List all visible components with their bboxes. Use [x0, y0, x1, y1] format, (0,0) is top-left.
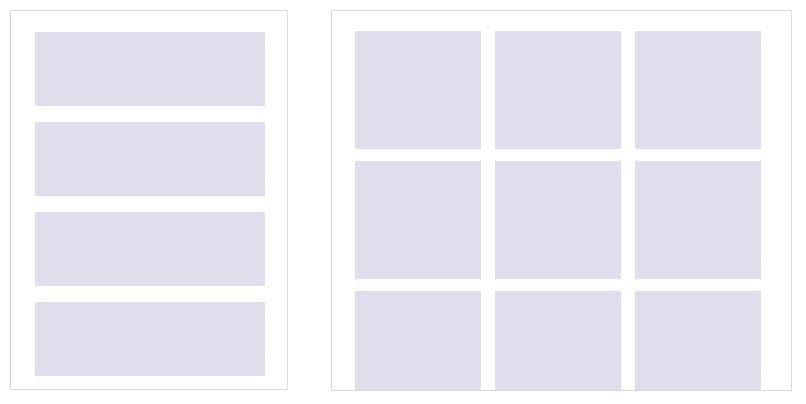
- list-placeholder-block[interactable]: [35, 122, 265, 196]
- list-placeholder-block[interactable]: [35, 32, 265, 106]
- grid-placeholder-tile[interactable]: [355, 291, 481, 390]
- grid-placeholder-tile[interactable]: [635, 161, 761, 279]
- grid-panel: [331, 10, 792, 391]
- grid-placeholder-tile[interactable]: [635, 291, 761, 390]
- list-panel: [10, 10, 288, 390]
- grid-placeholder-tile[interactable]: [355, 161, 481, 279]
- list-placeholder-block[interactable]: [35, 212, 265, 286]
- grid-placeholder-tile[interactable]: [495, 291, 621, 390]
- list-placeholder-block[interactable]: [35, 302, 265, 376]
- grid-placeholder-tile[interactable]: [495, 31, 621, 149]
- grid-placeholder-tile[interactable]: [495, 161, 621, 279]
- grid-placeholder-tile[interactable]: [635, 31, 761, 149]
- grid-placeholder-tile[interactable]: [355, 31, 481, 149]
